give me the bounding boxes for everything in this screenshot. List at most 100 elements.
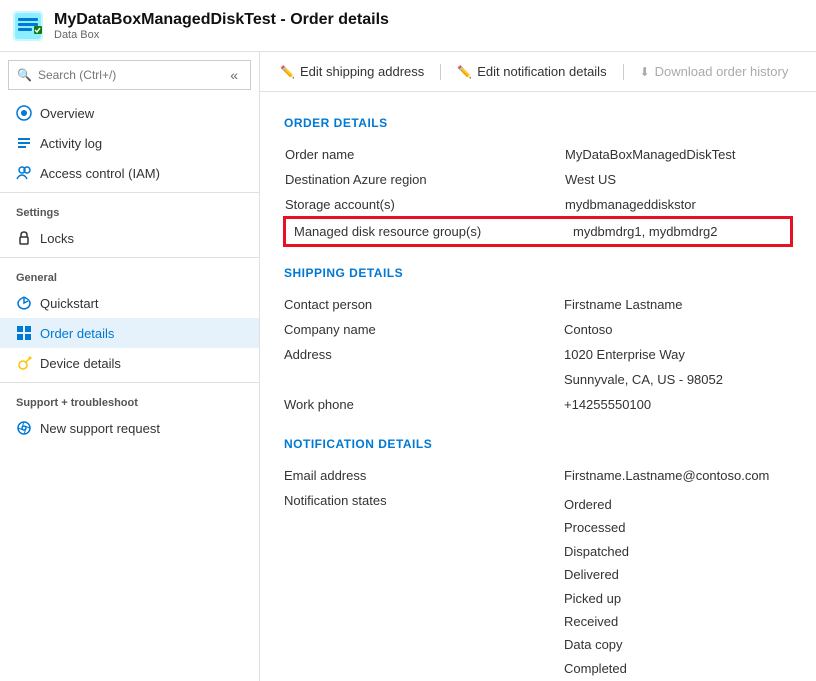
field-value: 1020 Enterprise Way — [564, 342, 792, 367]
sidebar-item-activity-log-label: Activity log — [40, 136, 102, 151]
field-label: Email address — [284, 463, 564, 488]
divider-2 — [0, 257, 259, 258]
pencil-icon-notification: ✏️ — [457, 65, 472, 79]
shipping-details-table: Contact person Firstname Lastname Compan… — [284, 292, 792, 417]
sidebar-item-overview-label: Overview — [40, 106, 94, 121]
table-row: Email address Firstname.Lastname@contoso… — [284, 463, 792, 488]
toolbar-divider-1 — [440, 64, 441, 80]
notif-state-received: Received — [564, 610, 792, 633]
field-label: Address — [284, 342, 564, 367]
field-value: Firstname.Lastname@contoso.com — [564, 463, 792, 488]
header-text-block: MyDataBoxManagedDiskTest - Order details… — [54, 11, 389, 41]
sidebar-item-new-support-label: New support request — [40, 421, 160, 436]
sidebar-item-overview[interactable]: Overview — [0, 98, 259, 128]
field-value: mydbmanageddiskstor — [565, 192, 791, 218]
page-subtitle: Data Box — [54, 29, 389, 41]
sidebar-item-device-details[interactable]: Device details — [0, 348, 259, 378]
page-title: MyDataBoxManagedDiskTest - Order details — [54, 11, 389, 29]
order-details-table: Order name MyDataBoxManagedDiskTest Dest… — [284, 142, 792, 246]
download-history-button[interactable]: ⬇ Download order history — [640, 60, 789, 83]
sidebar-item-device-details-label: Device details — [40, 356, 121, 371]
search-icon: 🔍 — [17, 68, 32, 82]
app-icon — [12, 10, 44, 42]
divider-3 — [0, 382, 259, 383]
field-label: Notification states — [284, 488, 564, 681]
field-value: Firstname Lastname — [564, 292, 792, 317]
divider-1 — [0, 192, 259, 193]
notif-state-datacopy: Data copy — [564, 633, 792, 656]
notif-state-ordered: Ordered — [564, 493, 792, 516]
sidebar-item-locks[interactable]: Locks — [0, 223, 259, 253]
lock-icon — [16, 230, 32, 246]
edit-shipping-button[interactable]: ✏️ Edit shipping address — [280, 60, 424, 83]
table-row: Company name Contoso — [284, 317, 792, 342]
field-value: Sunnyvale, CA, US - 98052 — [564, 367, 792, 392]
table-row: Sunnyvale, CA, US - 98052 — [284, 367, 792, 392]
field-label: Work phone — [284, 392, 564, 417]
search-box[interactable]: 🔍 « — [8, 60, 251, 90]
notif-state-processed: Processed — [564, 516, 792, 539]
field-label: Storage account(s) — [285, 192, 565, 218]
field-value: mydbmdrg1, mydbmdrg2 — [565, 218, 791, 245]
download-history-label: Download order history — [655, 64, 789, 79]
support-icon — [16, 420, 32, 436]
sidebar-item-locks-label: Locks — [40, 231, 74, 246]
sidebar: 🔍 « Overview Activity log Access control… — [0, 52, 260, 681]
notification-states-list: Ordered Processed Dispatched Delivered P… — [564, 493, 792, 681]
toolbar-divider-2 — [623, 64, 624, 80]
toolbar: ✏️ Edit shipping address ✏️ Edit notific… — [260, 52, 816, 92]
order-details-section-title: ORDER DETAILS — [284, 116, 792, 130]
quickstart-icon — [16, 295, 32, 311]
activity-log-icon — [16, 135, 32, 151]
table-row: Destination Azure region West US — [285, 167, 791, 192]
notif-state-pickedup: Picked up — [564, 587, 792, 610]
access-control-icon — [16, 165, 32, 181]
field-label: Managed disk resource group(s) — [285, 218, 565, 245]
sidebar-item-quickstart-label: Quickstart — [40, 296, 99, 311]
field-value: West US — [565, 167, 791, 192]
edit-notification-button[interactable]: ✏️ Edit notification details — [457, 60, 606, 83]
notif-state-delivered: Delivered — [564, 563, 792, 586]
table-row: Work phone +14255550100 — [284, 392, 792, 417]
notification-details-table: Email address Firstname.Lastname@contoso… — [284, 463, 792, 681]
shipping-details-section-title: SHIPPING DETAILS — [284, 266, 792, 280]
field-label — [284, 367, 564, 392]
search-input[interactable] — [38, 68, 226, 82]
sidebar-item-quickstart[interactable]: Quickstart — [0, 288, 259, 318]
order-details-icon — [16, 325, 32, 341]
field-value: +14255550100 — [564, 392, 792, 417]
pencil-icon-shipping: ✏️ — [280, 65, 295, 79]
edit-notification-label: Edit notification details — [477, 64, 606, 79]
table-row: Storage account(s) mydbmanageddiskstor — [285, 192, 791, 218]
download-icon: ⬇ — [640, 65, 650, 79]
sidebar-item-access-control[interactable]: Access control (IAM) — [0, 158, 259, 188]
notif-state-completed: Completed — [564, 657, 792, 680]
sidebar-item-order-details-label: Order details — [40, 326, 114, 341]
content-area: ORDER DETAILS Order name MyDataBoxManage… — [260, 92, 816, 681]
field-value: MyDataBoxManagedDiskTest — [565, 142, 791, 167]
section-support-label: Support + troubleshoot — [0, 387, 259, 413]
sidebar-item-new-support[interactable]: New support request — [0, 413, 259, 443]
sidebar-item-activity-log[interactable]: Activity log — [0, 128, 259, 158]
page-header: MyDataBoxManagedDiskTest - Order details… — [0, 0, 816, 52]
field-label: Destination Azure region — [285, 167, 565, 192]
edit-shipping-label: Edit shipping address — [300, 64, 424, 79]
table-row: Address 1020 Enterprise Way — [284, 342, 792, 367]
main-content: ✏️ Edit shipping address ✏️ Edit notific… — [260, 52, 816, 681]
table-row: Contact person Firstname Lastname — [284, 292, 792, 317]
field-label: Company name — [284, 317, 564, 342]
overview-icon — [16, 105, 32, 121]
field-label: Contact person — [284, 292, 564, 317]
section-general-label: General — [0, 262, 259, 288]
field-value: Contoso — [564, 317, 792, 342]
highlighted-row-managed-disk: Managed disk resource group(s) mydbmdrg1… — [285, 218, 791, 245]
sidebar-item-access-control-label: Access control (IAM) — [40, 166, 160, 181]
section-settings-label: Settings — [0, 197, 259, 223]
sidebar-item-order-details[interactable]: Order details — [0, 318, 259, 348]
table-row: Order name MyDataBoxManagedDiskTest — [285, 142, 791, 167]
collapse-button[interactable]: « — [226, 65, 242, 85]
table-row: Notification states Ordered Processed Di… — [284, 488, 792, 681]
notification-details-section-title: NOTIFICATION DETAILS — [284, 437, 792, 451]
device-details-icon — [16, 355, 32, 371]
main-layout: 🔍 « Overview Activity log Access control… — [0, 52, 816, 681]
